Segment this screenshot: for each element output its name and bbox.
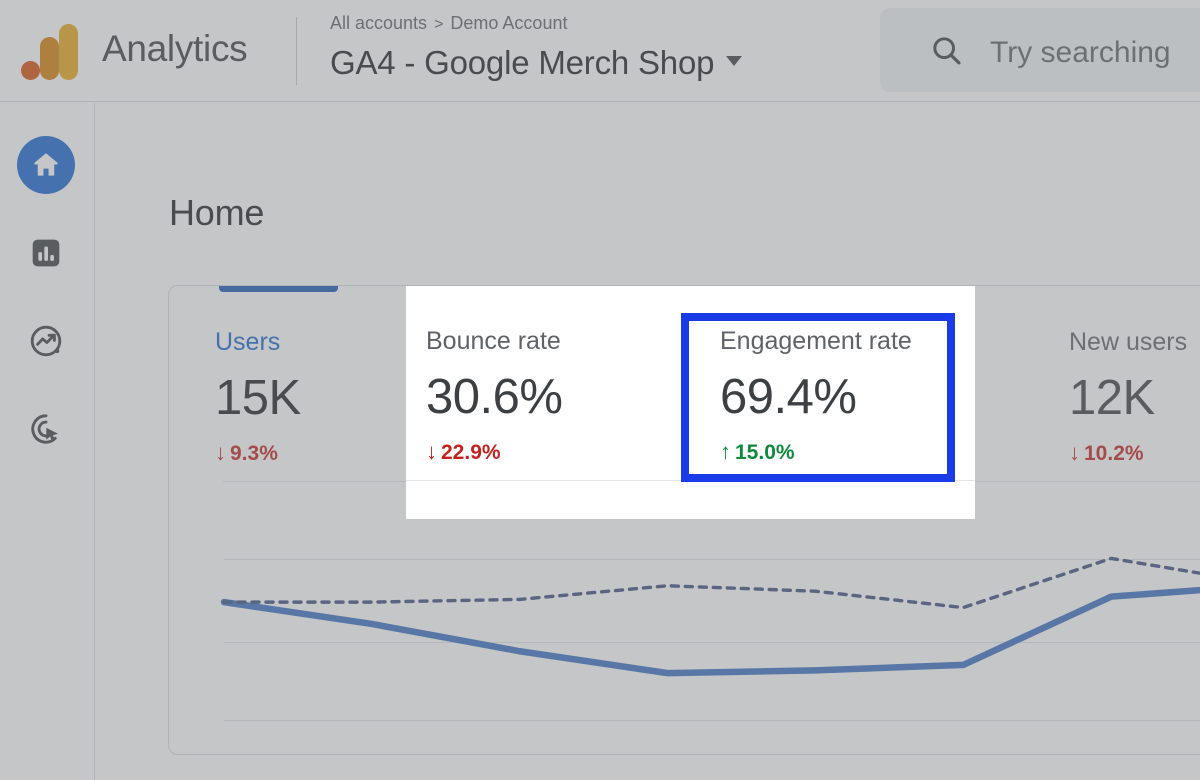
sidebar-item-reports[interactable]: [17, 224, 75, 282]
logo-bar-middle-icon: [40, 37, 59, 80]
sidebar-item-advertising[interactable]: [17, 400, 75, 458]
analytics-home-screenshot: Analytics All accounts > Demo Account GA4 …: [0, 0, 1200, 780]
metric-label: New users: [1069, 328, 1188, 356]
metric-value: 12K: [1069, 371, 1155, 425]
metric-label: Users: [215, 328, 281, 356]
metric-delta-value: 22.9%: [441, 441, 501, 464]
explore-trend-icon: [28, 323, 64, 359]
metric-tab-new-users[interactable]: New users 12K ↓ 10.2%: [1069, 328, 1187, 466]
app-header: Analytics All accounts > Demo Account GA4 …: [0, 0, 1200, 102]
arrow-down-icon: ↓: [426, 439, 437, 464]
search-input-placeholder[interactable]: Try searching: [990, 36, 1171, 70]
arrow-down-icon: ↓: [1069, 440, 1080, 465]
metric-tab-users[interactable]: Users 15K ↓ 9.3%: [215, 328, 301, 466]
metric-label: Bounce rate: [426, 327, 561, 355]
page-title: Home: [169, 192, 265, 233]
search-bar[interactable]: Try searching: [880, 8, 1200, 92]
sidebar-item-home[interactable]: [17, 136, 75, 194]
logo-dot-icon: [21, 61, 40, 80]
advertising-target-icon: [28, 411, 64, 447]
metric-value: 30.6%: [426, 370, 563, 424]
logo-bar-tall-icon: [59, 24, 78, 80]
breadcrumb[interactable]: All accounts > Demo Account: [330, 13, 567, 34]
metric-delta-value: 10.2%: [1084, 442, 1144, 465]
metric-delta: ↓ 10.2%: [1069, 440, 1187, 466]
property-name: GA4 - Google Merch Shop: [330, 44, 715, 81]
arrow-down-icon: ↓: [215, 440, 226, 465]
chevron-down-icon: [726, 56, 743, 66]
search-icon: [930, 34, 964, 68]
overview-line-chart: [169, 482, 1200, 755]
breadcrumb-root[interactable]: All accounts: [330, 13, 427, 33]
metric-delta-value: 9.3%: [230, 442, 278, 465]
metric-delta: ↓22.9%: [426, 439, 562, 465]
metric-value: 15K: [215, 371, 301, 425]
left-nav-rail: [0, 103, 95, 780]
chart-series-current-period: [220, 586, 1200, 677]
home-icon: [30, 149, 62, 181]
breadcrumb-separator-icon: >: [434, 16, 444, 33]
metric-delta: ↓ 9.3%: [215, 440, 301, 466]
chart-plot-area: [220, 556, 1200, 677]
property-selector[interactable]: GA4 - Google Merch Shop: [330, 44, 743, 82]
bar-chart-icon: [29, 236, 63, 270]
google-analytics-logo[interactable]: [18, 24, 78, 82]
header-divider: [296, 17, 297, 85]
brand-title[interactable]: Analytics: [102, 28, 248, 70]
sidebar-item-explore[interactable]: [17, 312, 75, 370]
engagement-rate-highlight-box: [681, 313, 955, 482]
spotlight-metric-bounce-rate[interactable]: Bounce rate 30.6% ↓ 22.9%: [426, 327, 563, 465]
chart-series-previous-period: [222, 556, 1200, 610]
breadcrumb-account[interactable]: Demo Account: [450, 13, 567, 33]
